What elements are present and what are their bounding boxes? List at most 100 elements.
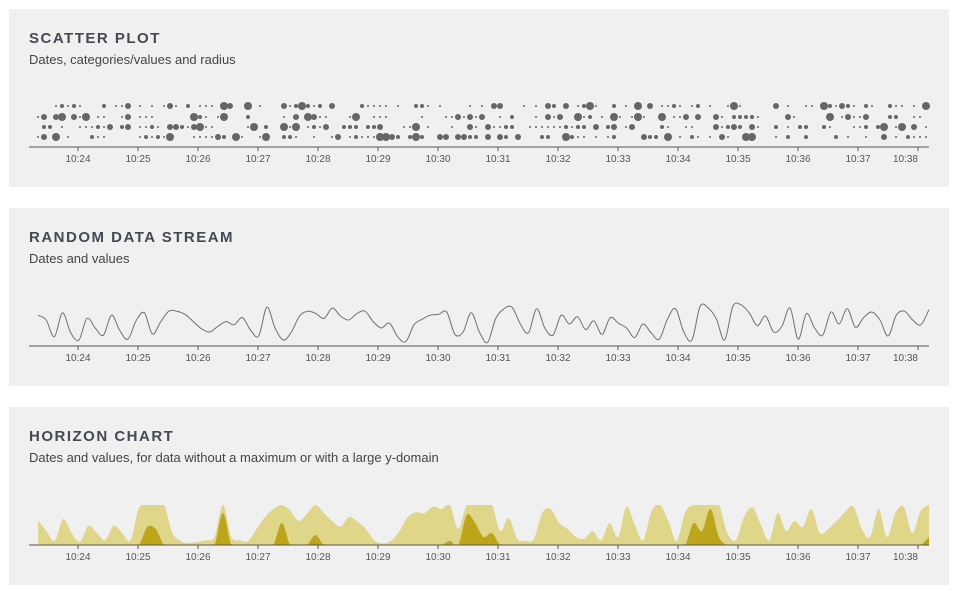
scatter-points [37, 102, 930, 141]
scatter-point [479, 114, 485, 120]
scatter-point [913, 136, 915, 138]
x-tick-label: 10:31 [485, 552, 510, 563]
scatter-point [60, 104, 64, 108]
scatter-point [499, 126, 501, 128]
x-tick-label: 10:35 [725, 552, 750, 563]
scatter-point [709, 105, 711, 107]
horizon-chart-panel: HORIZON CHART Dates and values, for data… [9, 407, 949, 585]
scatter-point [835, 105, 837, 107]
scatter-point [898, 123, 906, 131]
scatter-point [559, 126, 561, 128]
x-tick-label: 10:36 [785, 154, 810, 165]
scatter-point [37, 136, 39, 138]
scatter-point [726, 125, 730, 129]
scatter-point [306, 104, 310, 108]
scatter-point [805, 105, 807, 107]
scatter-point [582, 104, 586, 108]
scatter-point [150, 125, 154, 129]
x-tick-label: 10:37 [845, 154, 870, 165]
scatter-point [294, 104, 298, 108]
x-tick-label: 10:28 [305, 552, 330, 563]
scatter-point [103, 126, 105, 128]
scatter-point [667, 126, 669, 128]
x-tick-label: 10:38 [893, 552, 918, 563]
scatter-point [455, 134, 461, 140]
scatter-point [757, 126, 759, 128]
scatter-point [414, 104, 418, 108]
scatter-point [205, 136, 207, 138]
scatter-point [313, 105, 315, 107]
scatter-point [570, 135, 574, 139]
scatter-point [661, 105, 663, 107]
scatter-point [871, 105, 873, 107]
scatter-point [576, 125, 580, 129]
scatter-point [42, 125, 46, 129]
x-tick-label: 10:33 [605, 353, 630, 364]
scatter-point [504, 125, 508, 129]
scatter-point [427, 105, 429, 107]
scatter-point [439, 105, 441, 107]
scatter-point [696, 104, 700, 108]
scatter-point [658, 113, 666, 121]
scatter-point [922, 102, 930, 110]
scatter-point [259, 105, 261, 107]
scatter-point [85, 126, 87, 128]
scatter-point [493, 126, 495, 128]
scatter-point [552, 104, 556, 108]
random-data-stream-panel: RANDOM DATA STREAM Dates and values 10:2… [9, 208, 949, 386]
scatter-point [709, 136, 711, 138]
scatter-point [750, 115, 754, 119]
scatter-point [259, 136, 261, 138]
scatter-point [804, 125, 808, 129]
scatter-point [319, 116, 321, 118]
scatter-point [262, 133, 270, 141]
scatter-point [163, 105, 165, 107]
scatter-point [540, 135, 544, 139]
scatter-point [504, 135, 508, 139]
scatter-point [541, 126, 543, 128]
scatter-point [52, 133, 60, 141]
scatter-point [151, 116, 153, 118]
x-tick-label: 10:32 [545, 552, 570, 563]
scatter-point [41, 114, 47, 120]
scatter-point [163, 136, 165, 138]
scatter-point [389, 134, 395, 140]
scatter-point [125, 124, 131, 130]
scatter-point [683, 114, 689, 120]
scatter-point [354, 125, 358, 129]
x-tick-label: 10:29 [365, 552, 390, 563]
scatter-point [156, 135, 160, 139]
scatter-point [283, 116, 285, 118]
scatter-point [691, 105, 693, 107]
scatter-point [497, 134, 503, 140]
scatter-point [611, 124, 617, 130]
x-tick-label: 10:26 [185, 552, 210, 563]
scatter-point [382, 133, 390, 141]
scatter-point [247, 126, 249, 128]
scatter-point [331, 136, 333, 138]
x-tick-label: 10:30 [425, 552, 450, 563]
scatter-point [349, 116, 351, 118]
scatter-point [497, 103, 503, 109]
scatter-point [634, 113, 642, 121]
scatter-point [499, 116, 501, 118]
scatter-point [37, 116, 39, 118]
scatter-point [97, 116, 99, 118]
scatter-point [732, 115, 736, 119]
scatter-point [437, 134, 443, 140]
scatter-point [292, 123, 300, 131]
scatter-point [412, 123, 420, 131]
scatter-point [211, 136, 213, 138]
scatter-point [664, 133, 672, 141]
scatter-point [220, 102, 228, 110]
scatter-point [199, 136, 201, 138]
scatter-point [773, 103, 779, 109]
x-tick-label: 10:33 [605, 552, 630, 563]
scatter-point [731, 124, 737, 130]
scatter-point [58, 113, 66, 121]
scatter-point [612, 104, 616, 108]
scatter-point [612, 135, 616, 139]
scatter-point [894, 115, 898, 119]
scatter-point [443, 134, 449, 140]
x-tick-label: 10:25 [125, 154, 150, 165]
